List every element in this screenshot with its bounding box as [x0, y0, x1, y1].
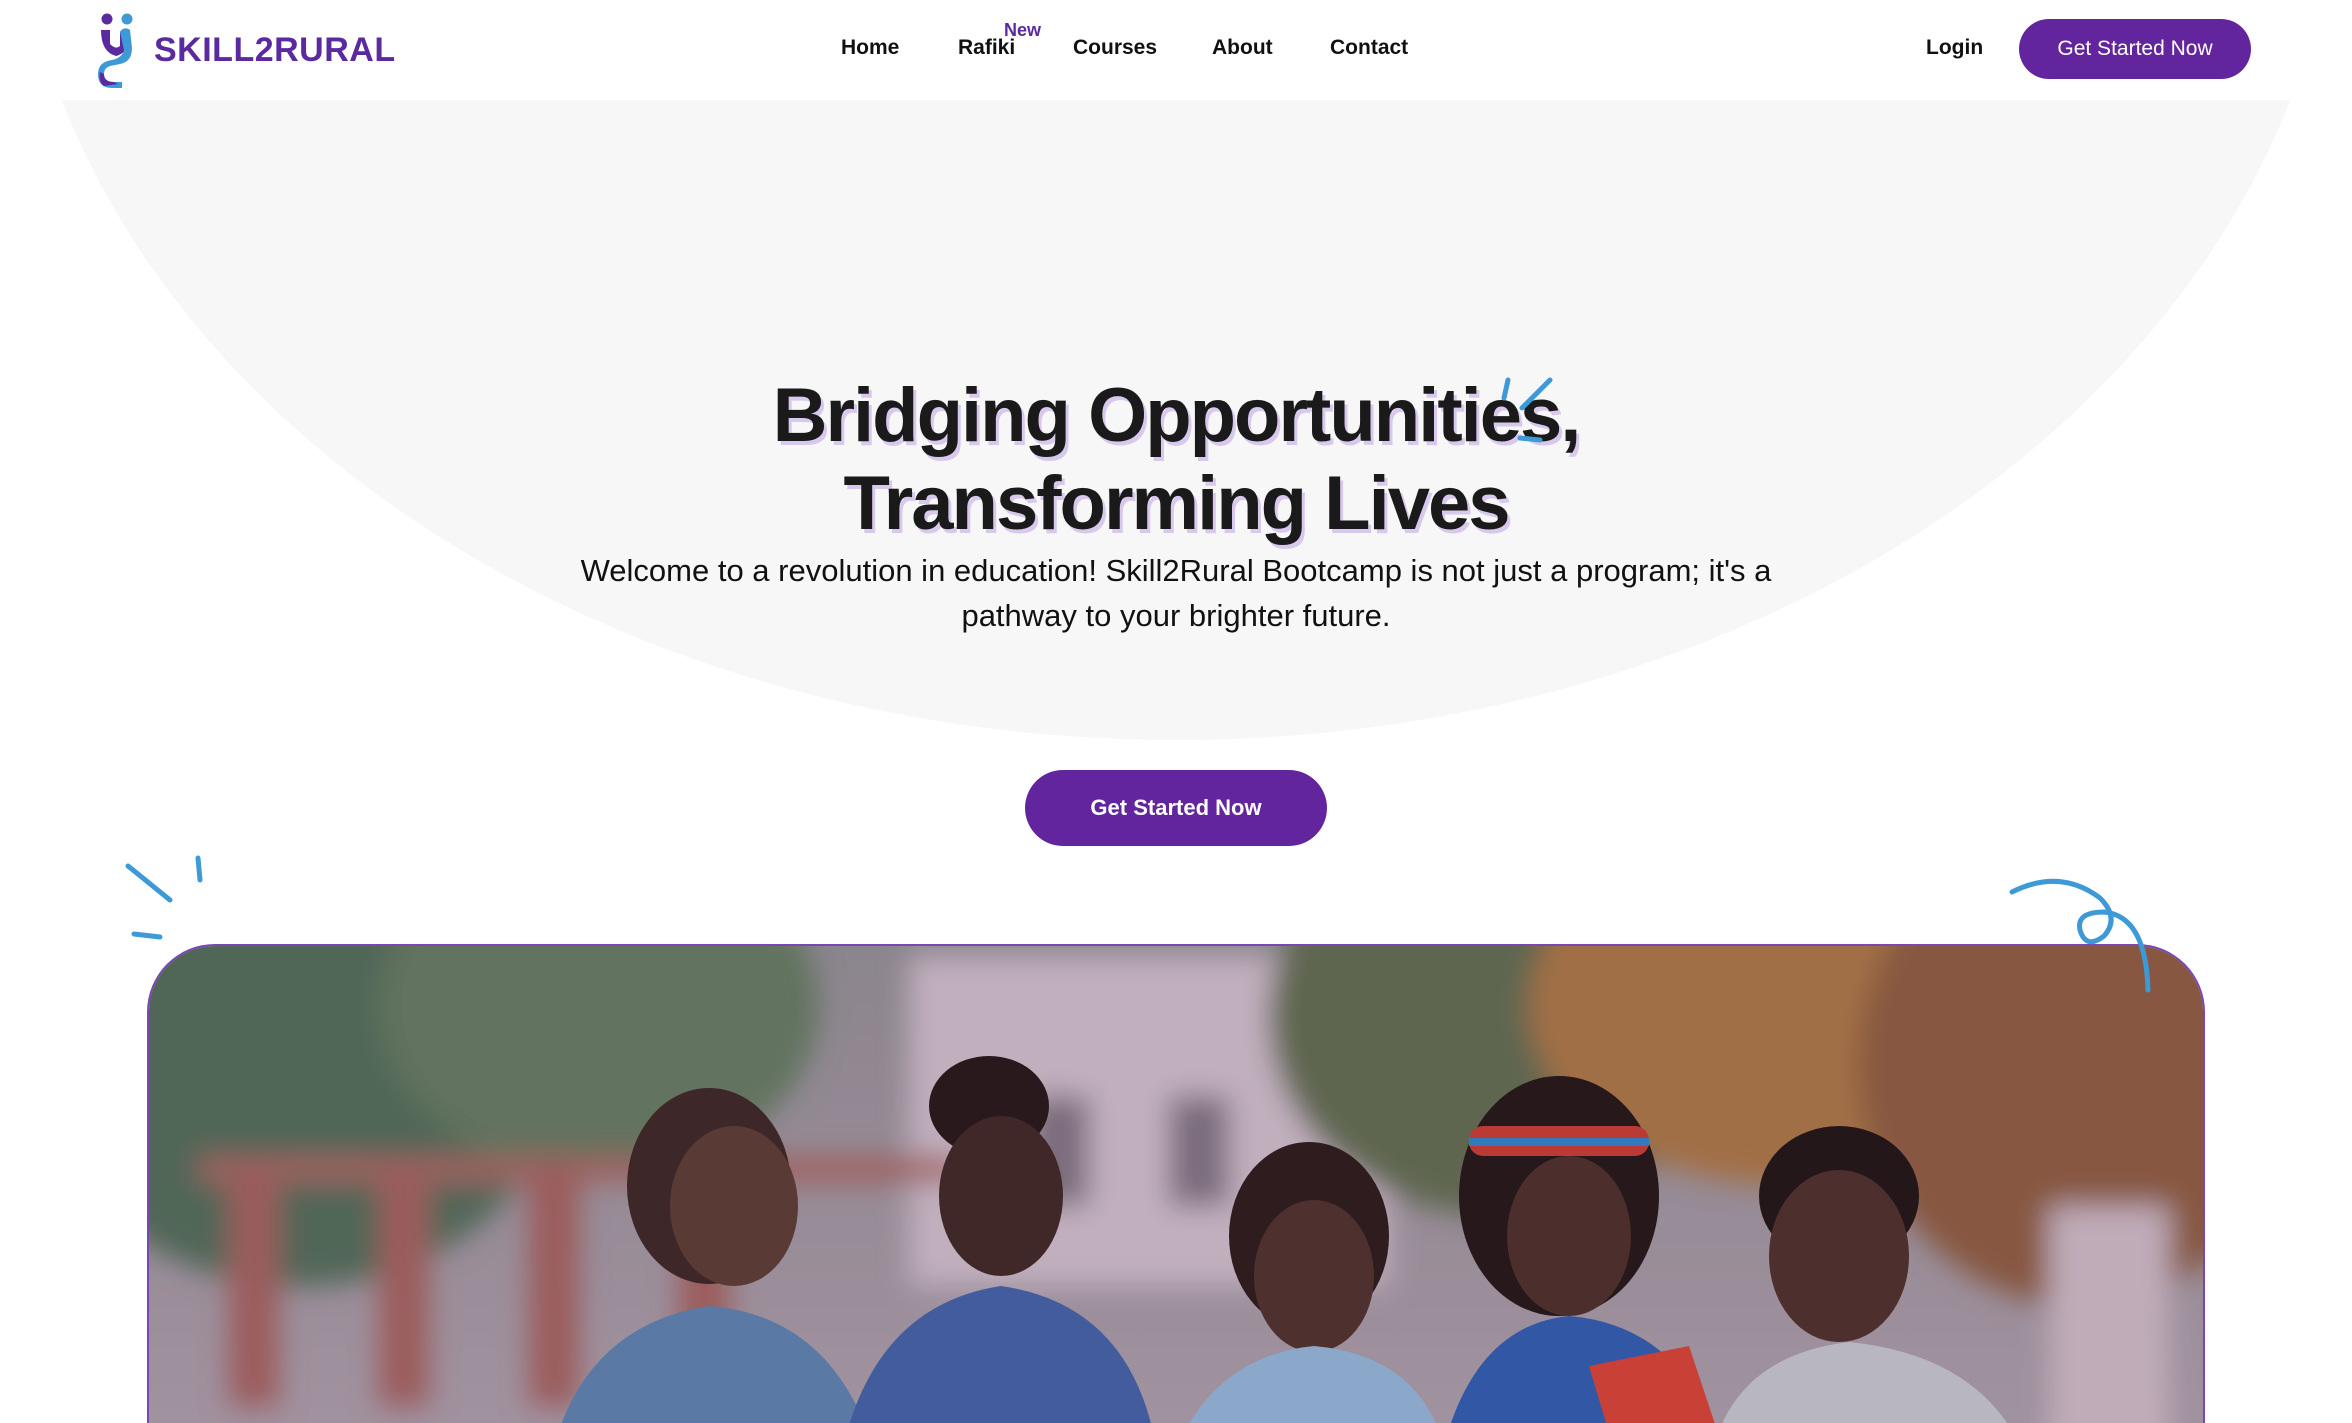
nav-home[interactable]: Home	[841, 36, 899, 60]
nav-courses[interactable]: Courses	[1073, 36, 1157, 60]
top-navbar: SKILL2RURAL Home Rafiki New Courses Abou…	[0, 0, 2352, 100]
photo-illustration	[149, 946, 2203, 1423]
swirl-icon	[2009, 878, 2151, 993]
hero-subtitle: Welcome to a revolution in education! Sk…	[560, 548, 1792, 638]
nav-contact[interactable]: Contact	[1330, 36, 1408, 60]
subtitle-line-2: pathway to your brighter future.	[961, 598, 1391, 633]
nav-get-started-button[interactable]: Get Started Now	[2019, 19, 2251, 79]
hero-get-started-button[interactable]: Get Started Now	[1025, 770, 1327, 846]
sparkle-lines-icon	[125, 855, 203, 940]
sparkle-lines-icon	[1501, 377, 1553, 443]
headline-line-1: Bridging Opportunities,	[772, 373, 1582, 458]
headline-line-2: Transforming Lives	[843, 461, 1510, 546]
students-studying-photo	[147, 944, 2205, 1423]
subtitle-line-1: Welcome to a revolution in education! Sk…	[580, 553, 1772, 588]
main-nav: Home Rafiki New Courses About Contact	[0, 0, 2352, 100]
hero-headline: Bridging Opportunities, Transforming Liv…	[0, 372, 2352, 548]
login-link[interactable]: Login	[1926, 36, 1983, 60]
nav-about[interactable]: About	[1212, 36, 1273, 60]
new-badge: New	[1004, 20, 1042, 40]
